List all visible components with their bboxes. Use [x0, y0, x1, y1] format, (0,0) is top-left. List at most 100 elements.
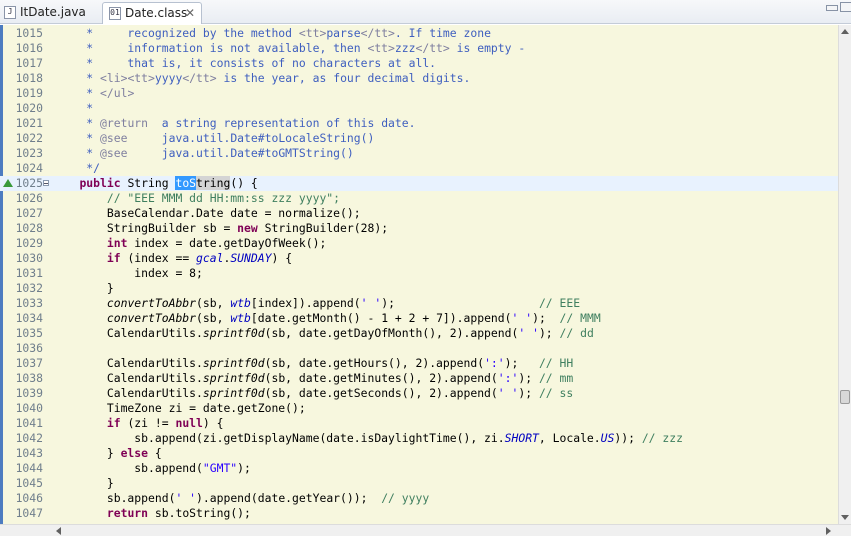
line-number: 1017	[15, 56, 43, 70]
vertical-scrollbar[interactable]	[838, 25, 851, 524]
code-line[interactable]: 1045 }	[0, 476, 838, 491]
code-token: sprintf0d	[202, 371, 265, 385]
line-number: 1047	[15, 506, 43, 520]
code-line[interactable]: 1047 return sb.toString();	[0, 506, 838, 521]
line-number: 1035	[15, 326, 43, 340]
code-line[interactable]: 1037 CalendarUtils.sprintf0d(sb, date.ge…	[0, 356, 838, 371]
code-line[interactable]: 1034 convertToAbbr(sb, wtb[date.getMonth…	[0, 311, 838, 326]
code-token: (sb, date.getHours(), 2).append(	[264, 356, 485, 370]
code-line[interactable]: 1027 BaseCalendar.Date date = normalize(…	[0, 206, 838, 221]
minimize-icon[interactable]	[826, 5, 838, 11]
code-line[interactable]: 1022 * @see java.util.Date#toLocaleStrin…	[0, 131, 838, 146]
code-token: convertToAbbr	[106, 296, 197, 310]
code-token: ' '	[497, 386, 519, 400]
code-text: index = 8;	[52, 266, 203, 281]
code-line[interactable]: 1026 // "EEE MMM dd HH:mm:ss zzz yyyy";	[0, 191, 838, 206]
code-text: CalendarUtils.sprintf0d(sb, date.getHour…	[52, 356, 573, 371]
code-line[interactable]: 1023 * @see java.util.Date#toGMTString()	[0, 146, 838, 161]
code-line[interactable]: 1046 sb.append(' ').append(date.getYear(…	[0, 491, 838, 506]
code-line[interactable]: 1021 * @return a string representation o…	[0, 116, 838, 131]
code-line[interactable]: 1032 }	[0, 281, 838, 296]
code-token: index = date.getDayOfWeek();	[127, 236, 327, 250]
code-line[interactable]: 1028 StringBuilder sb = new StringBuilde…	[0, 221, 838, 236]
code-line[interactable]: 1035 CalendarUtils.sprintf0d(sb, date.ge…	[0, 326, 838, 341]
code-token: * information is not available, then	[52, 41, 368, 55]
code-token: wtb	[230, 311, 251, 325]
code-token: *	[52, 116, 101, 130]
code-token: // zzz	[641, 431, 683, 445]
code-line[interactable]: 1040 TimeZone zi = date.getZone();	[0, 401, 838, 416]
code-line[interactable]: 1036	[0, 341, 838, 356]
code-text: */	[52, 161, 100, 176]
code-token: }	[52, 446, 121, 460]
code-token: sprintf0d	[202, 326, 265, 340]
code-token: new	[237, 221, 258, 235]
code-token: // "EEE MMM dd HH:mm:ss zzz yyyy";	[52, 191, 341, 205]
close-icon[interactable]: ✕	[185, 3, 195, 23]
code-line[interactable]: 1043 } else {	[0, 446, 838, 461]
code-line[interactable]: 1031 index = 8;	[0, 266, 838, 281]
code-line[interactable]: 1030 if (index == gcal.SUNDAY) {	[0, 251, 838, 266]
code-line[interactable]: 1025 public String toString() {	[0, 176, 838, 191]
code-token: *	[52, 71, 101, 85]
code-token: () {	[230, 176, 258, 190]
code-line[interactable]: 1039 CalendarUtils.sprintf0d(sb, date.ge…	[0, 386, 838, 401]
code-token: );	[532, 311, 560, 325]
code-token: </tt>	[415, 41, 450, 55]
tab-itdate-java[interactable]: J ItDate.java	[0, 2, 100, 24]
code-line[interactable]: 1038 CalendarUtils.sprintf0d(sb, date.ge…	[0, 371, 838, 386]
code-line[interactable]: 1041 if (zi != null) {	[0, 416, 838, 431]
scroll-up-icon[interactable]	[841, 29, 849, 34]
maximize-icon[interactable]	[840, 2, 851, 12]
code-token: *	[52, 101, 94, 115]
scroll-left-icon[interactable]	[56, 527, 61, 535]
code-line[interactable]: 1017 * that is, it consists of no charac…	[0, 56, 838, 71]
code-text: * @see java.util.Date#toGMTString()	[52, 146, 353, 161]
code-token: sb.append(	[52, 461, 203, 475]
scrollbar-thumb[interactable]	[840, 390, 850, 404]
code-token: BaseCalendar.Date date = normalize();	[52, 206, 361, 220]
code-line[interactable]: 1015 * recognized by the method <tt>pars…	[0, 26, 838, 41]
code-token: ' '	[511, 311, 533, 325]
scroll-right-icon[interactable]	[826, 527, 831, 535]
code-token: public	[79, 176, 121, 190]
code-token: );	[518, 371, 539, 385]
scroll-down-icon[interactable]	[841, 515, 849, 520]
line-number: 1033	[15, 296, 43, 310]
code-token: * that is, it consists of no characters …	[52, 56, 437, 70]
code-token: String	[120, 176, 176, 190]
code-token: if	[106, 416, 121, 430]
code-token: convertToAbbr	[106, 311, 197, 325]
code-text: *	[52, 101, 93, 116]
java-file-icon: J	[4, 6, 16, 19]
code-text: } else {	[52, 446, 162, 461]
code-token: (sb, date.getSeconds(), 2).append(	[264, 386, 498, 400]
code-line[interactable]: 1042 sb.append(zi.getDisplayName(date.is…	[0, 431, 838, 446]
line-number: 1037	[15, 356, 43, 370]
code-line[interactable]: 1018 * <li><tt>yyyy</tt> is the year, as…	[0, 71, 838, 86]
horizontal-scrollbar[interactable]	[0, 524, 851, 536]
override-marker-icon[interactable]	[3, 179, 13, 187]
code-token: // EEE	[538, 296, 581, 310]
code-token: sprintf0d	[202, 356, 265, 370]
code-text: if (index == gcal.SUNDAY) {	[52, 251, 292, 266]
code-line[interactable]: 1019 * </ul>	[0, 86, 838, 101]
code-text: * @return a string representation of thi…	[52, 116, 415, 131]
code-line[interactable]: 1020 *	[0, 101, 838, 116]
code-line[interactable]: 1033 convertToAbbr(sb, wtb[index]).appen…	[0, 296, 838, 311]
code-line[interactable]: 1024 */	[0, 161, 838, 176]
code-text: TimeZone zi = date.getZone();	[52, 401, 306, 416]
code-text: StringBuilder sb = new StringBuilder(28)…	[52, 221, 388, 236]
fold-toggle-icon[interactable]	[43, 180, 49, 186]
code-line[interactable]: 1029 int index = date.getDayOfWeek();	[0, 236, 838, 251]
code-token: <li><tt>	[100, 71, 155, 85]
code-token: (sb,	[196, 296, 231, 310]
tab-date-class[interactable]: 01 Date.class ✕	[102, 2, 202, 24]
line-number: 1024	[15, 161, 43, 175]
code-line[interactable]: 1016 * information is not available, the…	[0, 41, 838, 56]
code-editor[interactable]: 1015 * recognized by the method <tt>pars…	[0, 25, 838, 524]
code-line[interactable]: 1044 sb.append("GMT");	[0, 461, 838, 476]
